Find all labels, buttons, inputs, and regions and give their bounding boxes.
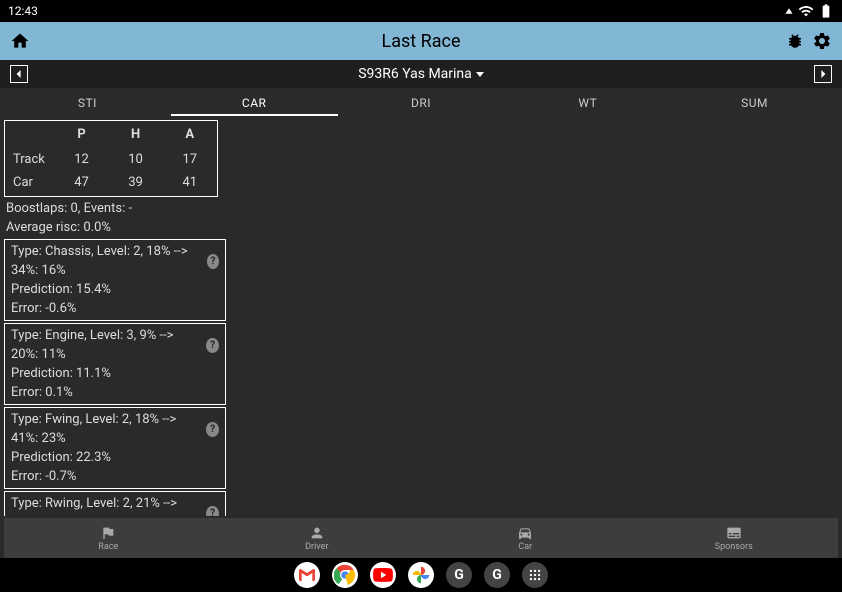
youtube-icon[interactable]: [370, 562, 396, 588]
content-area: P H A Track 12 10 17 Car 47 39 41 Boostl…: [0, 116, 842, 516]
component-type: Type: Fwing, Level: 2, 18% --> 41%: 23%: [11, 410, 200, 448]
component-block: Type: Engine, Level: 3, 9% --> 20%: 11%?…: [4, 323, 226, 405]
component-error: Error: -0.7%: [11, 467, 219, 486]
component-type: Type: Chassis, Level: 2, 18% --> 34%: 16…: [11, 242, 201, 280]
status-indicators: [784, 3, 834, 19]
nav-race[interactable]: Race: [4, 518, 213, 558]
gmail-icon[interactable]: [294, 562, 320, 588]
tab-wt[interactable]: WT: [504, 90, 671, 116]
risc-info: Average risc: 0.0%: [6, 220, 836, 235]
nav-car[interactable]: Car: [421, 518, 630, 558]
component-prediction: Prediction: 15.4%: [11, 280, 219, 299]
tab-dri[interactable]: DRI: [338, 90, 505, 116]
nav-driver[interactable]: Driver: [213, 518, 422, 558]
help-icon[interactable]: ?: [207, 254, 219, 269]
stats-header-p: P: [55, 121, 109, 149]
battery-icon: [818, 3, 834, 19]
dropdown-caret-icon: [476, 72, 484, 77]
android-status-bar: 12:43: [0, 0, 842, 22]
tab-sum[interactable]: SUM: [671, 90, 838, 116]
help-icon[interactable]: ?: [206, 338, 219, 353]
prev-race-button[interactable]: [10, 65, 28, 83]
photos-icon[interactable]: [408, 562, 434, 588]
app-icon-2[interactable]: G: [484, 562, 510, 588]
settings-icon[interactable]: [812, 31, 832, 51]
wifi-icon: [798, 3, 814, 19]
bug-icon[interactable]: [786, 32, 804, 50]
stats-header-a: A: [163, 121, 218, 149]
stats-header-empty: [5, 121, 55, 149]
home-icon[interactable]: [10, 31, 30, 51]
app-drawer-icon[interactable]: [522, 562, 548, 588]
component-error: Error: 0.1%: [11, 383, 219, 402]
race-name-label: S93R6 Yas Marina: [358, 66, 472, 82]
tab-car[interactable]: CAR: [171, 90, 338, 116]
table-row: Car 47 39 41: [5, 171, 218, 197]
car-icon: [517, 525, 533, 541]
app-icon-1[interactable]: G: [446, 562, 472, 588]
component-prediction: Prediction: 11.1%: [11, 364, 219, 383]
tab-bar: STI CAR DRI WT SUM: [4, 90, 838, 116]
app-bar: Last Race: [0, 22, 842, 60]
help-icon[interactable]: ?: [206, 422, 219, 437]
component-block: Type: Chassis, Level: 2, 18% --> 34%: 16…: [4, 239, 226, 321]
page-title: Last Race: [382, 31, 461, 52]
race-selector-bar: S93R6 Yas Marina: [0, 60, 842, 88]
component-type: Type: Rwing, Level: 2, 21% --> 46%: 25%: [11, 494, 200, 516]
status-time: 12:43: [8, 4, 38, 18]
person-icon: [309, 525, 325, 541]
table-row: Track 12 10 17: [5, 148, 218, 171]
stats-table: P H A Track 12 10 17 Car 47 39 41: [4, 120, 218, 197]
component-type: Type: Engine, Level: 3, 9% --> 20%: 11%: [11, 326, 200, 364]
component-prediction: Prediction: 22.3%: [11, 448, 219, 467]
android-dock: G G: [0, 558, 842, 592]
component-error: Error: -0.6%: [11, 299, 219, 318]
bottom-nav: Race Driver Car Sponsors: [4, 518, 838, 558]
component-block: Type: Rwing, Level: 2, 21% --> 46%: 25%?…: [4, 491, 226, 516]
help-icon[interactable]: ?: [206, 506, 219, 517]
next-race-button[interactable]: [814, 65, 832, 83]
component-list: Type: Chassis, Level: 2, 18% --> 34%: 16…: [4, 239, 226, 516]
chrome-icon[interactable]: [332, 562, 358, 588]
sponsors-icon: [726, 525, 742, 541]
nav-sponsors[interactable]: Sponsors: [630, 518, 839, 558]
signal-icon: [786, 8, 793, 14]
boostlaps-info: Boostlaps: 0, Events: -: [6, 201, 836, 216]
stats-header-h: H: [109, 121, 163, 149]
race-dropdown[interactable]: S93R6 Yas Marina: [358, 66, 484, 82]
component-block: Type: Fwing, Level: 2, 18% --> 41%: 23%?…: [4, 407, 226, 489]
tab-sti[interactable]: STI: [4, 90, 171, 116]
flag-icon: [100, 525, 116, 541]
